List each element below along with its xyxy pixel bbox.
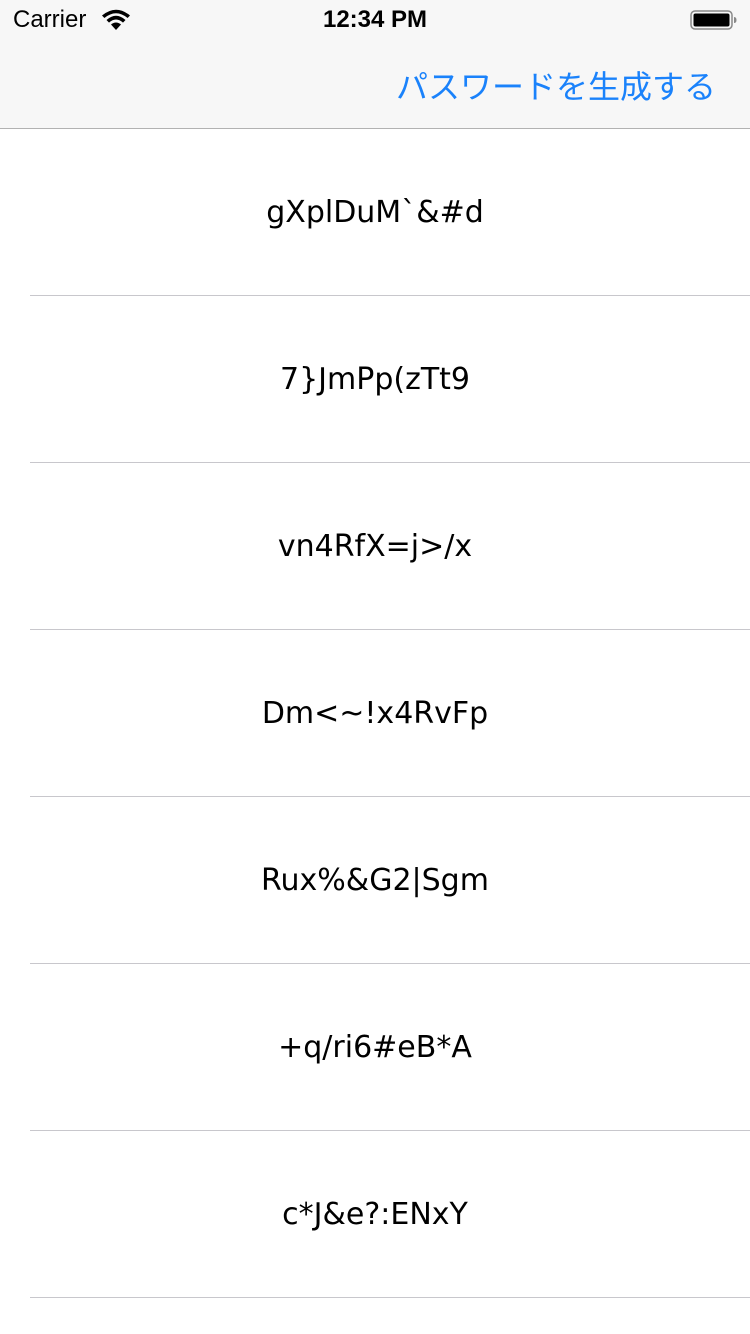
battery-icon: [690, 10, 738, 30]
generate-password-button[interactable]: パスワードを生成する: [396, 62, 716, 108]
status-time: 12:34 PM: [322, 6, 428, 33]
navigation-bar: パスワードを生成する: [0, 40, 750, 129]
password-list: gXplDuM`&#d 7}JmPp(zTt9 vn4RfX=j>/x Dm<~…: [0, 129, 750, 1298]
password-row[interactable]: Rux%&G2|Sgm: [0, 797, 750, 964]
password-row[interactable]: vn4RfX=j>/x: [0, 463, 750, 630]
password-row[interactable]: 7}JmPp(zTt9: [0, 296, 750, 463]
password-row[interactable]: +q/ri6#eB*A: [0, 964, 750, 1131]
password-row[interactable]: gXplDuM`&#d: [0, 129, 750, 296]
password-row[interactable]: c*J&e?:ENxY: [0, 1131, 750, 1298]
status-bar: Carrier 12:34 PM: [0, 0, 750, 40]
password-row[interactable]: Dm<~!x4RvFp: [0, 630, 750, 797]
